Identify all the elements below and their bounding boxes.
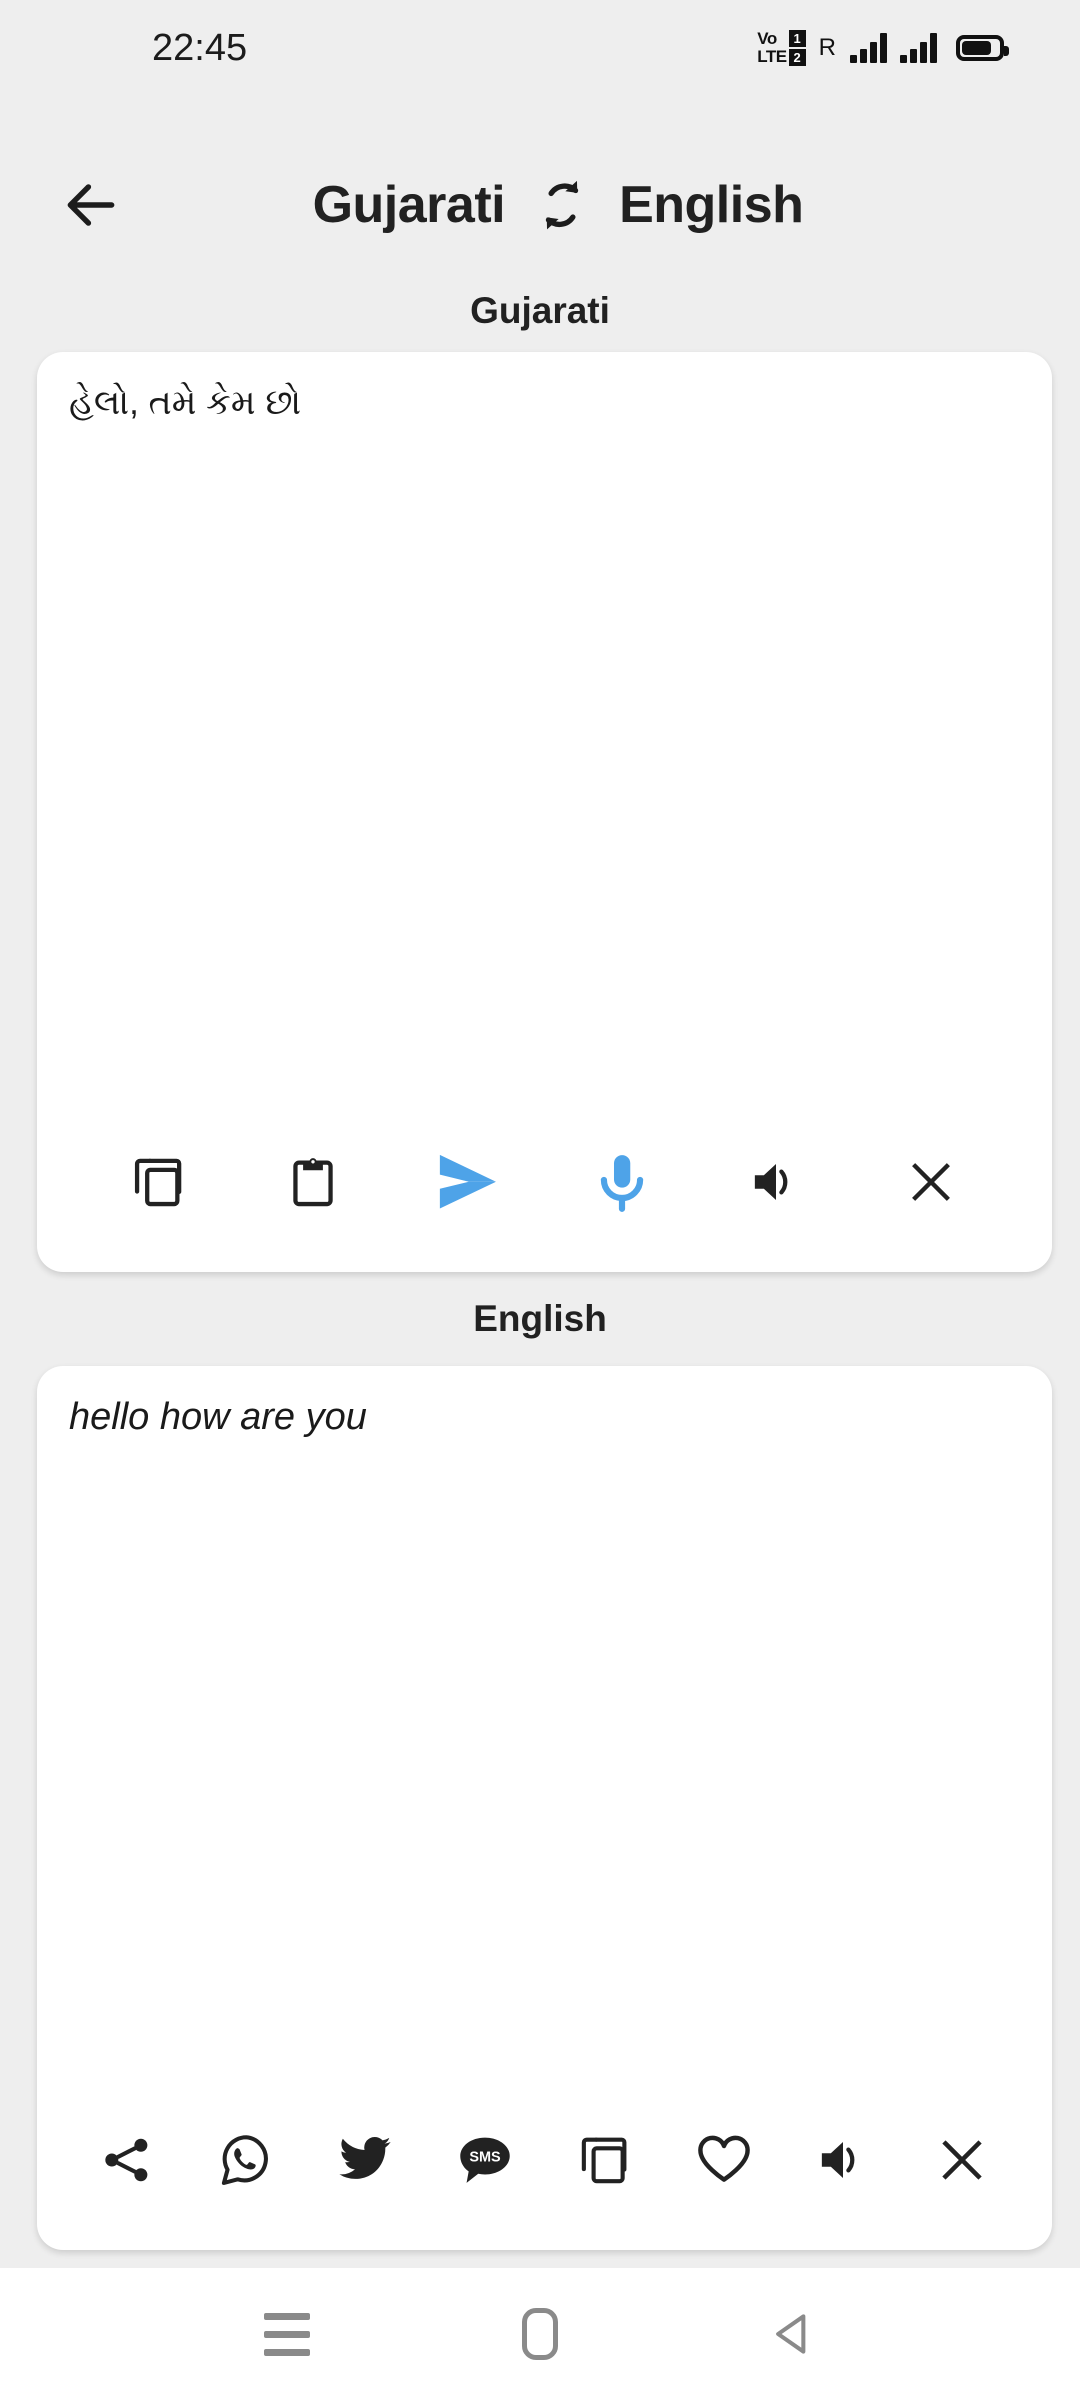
status-bar-icons: Vo LTE 1 2 R (757, 29, 1009, 66)
status-bar-clock: 22:45 (152, 26, 248, 69)
source-section-label: Gujarati (470, 290, 610, 331)
volte-text: Vo LTE (757, 29, 787, 66)
voice-input-button[interactable] (574, 1134, 670, 1230)
target-text-card: hello how are you SMS (37, 1366, 1052, 2250)
back-button[interactable] (36, 150, 146, 260)
sms-button[interactable]: SMS (437, 2112, 533, 2208)
share-icon (105, 2138, 148, 2182)
copy-icon (135, 1158, 182, 1207)
share-button[interactable] (79, 2112, 175, 2208)
sms-icon: SMS (460, 2137, 510, 2183)
source-speak-button[interactable] (728, 1134, 824, 1230)
language-pair: Gujarati English (146, 175, 970, 235)
volte-top-label: Vo (757, 29, 777, 48)
translated-text[interactable]: hello how are you (69, 1394, 1020, 1440)
whatsapp-icon (221, 2135, 268, 2185)
sim-one-badge: 1 (788, 30, 806, 47)
source-text-input[interactable]: હેલો, તમે કેમ છો (69, 380, 1020, 426)
speaker-icon (755, 1164, 788, 1200)
home-square-icon (521, 2308, 558, 2360)
microphone-icon (600, 1155, 643, 1212)
back-triangle-icon (776, 2314, 806, 2354)
sim-two-badge: 2 (788, 49, 806, 66)
arrow-left-icon (67, 184, 115, 226)
speaker-icon (821, 2142, 855, 2178)
roaming-indicator: R (818, 34, 836, 61)
close-icon (942, 2140, 982, 2180)
target-clear-button[interactable] (914, 2112, 1010, 2208)
volte-indicator: Vo LTE 1 2 (757, 29, 806, 66)
translate-button[interactable] (419, 1134, 515, 1230)
source-toolbar (37, 1112, 1052, 1272)
swap-languages-button[interactable] (533, 176, 591, 234)
twitter-icon (339, 2136, 392, 2179)
target-toolbar: SMS (37, 2090, 1052, 2250)
app-screen: 22:45 Vo LTE 1 2 R Gujarati English Guja… (0, 0, 1080, 2400)
app-header: Gujarati English (0, 150, 1080, 260)
sms-label: SMS (469, 2149, 501, 2165)
twitter-button[interactable] (317, 2112, 413, 2208)
signal-strength-icon-sim2 (900, 33, 937, 63)
android-navigation-bar (0, 2268, 1080, 2400)
signal-strength-icon-sim1 (850, 33, 887, 63)
copy-icon (581, 2137, 627, 2184)
source-language-title[interactable]: Gujarati (313, 175, 506, 235)
status-bar: 22:45 Vo LTE 1 2 R (0, 0, 1080, 96)
send-arrow-icon (440, 1154, 497, 1209)
whatsapp-button[interactable] (198, 2112, 294, 2208)
target-language-title[interactable]: English (619, 175, 804, 235)
target-speak-button[interactable] (795, 2112, 891, 2208)
target-copy-button[interactable] (556, 2112, 652, 2208)
source-text-card: હેલો, તમે કેમ છો (37, 352, 1052, 1272)
target-section-label: English (473, 1298, 607, 1339)
swap-languages-icon (545, 180, 579, 230)
menu-lines-icon (263, 2312, 310, 2356)
favorite-button[interactable] (676, 2112, 772, 2208)
close-icon (911, 1163, 950, 1201)
sim-slot-badges: 1 2 (788, 30, 806, 66)
system-back-button[interactable] (738, 2279, 848, 2389)
heart-icon (697, 2135, 750, 2182)
source-clear-button[interactable] (883, 1134, 979, 1230)
recents-button[interactable] (232, 2279, 342, 2389)
home-button[interactable] (485, 2279, 595, 2389)
volte-bottom-label: LTE (757, 47, 787, 66)
source-paste-button[interactable] (265, 1134, 361, 1230)
battery-icon (956, 35, 1009, 61)
clipboard-icon (293, 1158, 333, 1207)
source-copy-button[interactable] (110, 1134, 206, 1230)
